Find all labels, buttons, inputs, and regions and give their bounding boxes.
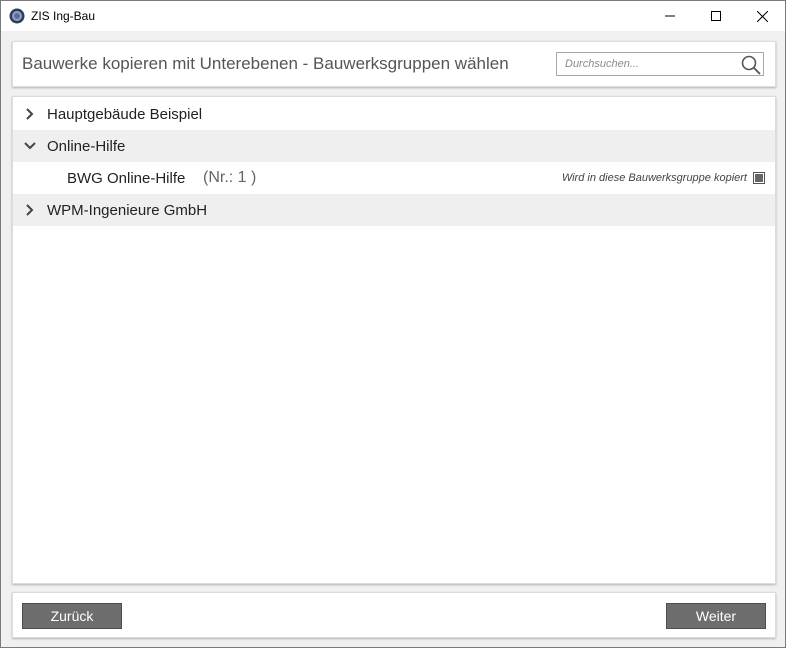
tree-group-label: WPM-Ingenieure GmbH	[47, 202, 208, 219]
maximize-icon	[711, 11, 721, 21]
footer-panel: Zurück Weiter	[12, 592, 776, 638]
copy-target-checkbox[interactable]	[753, 172, 765, 184]
search-box[interactable]	[556, 52, 764, 76]
group-tree: Hauptgebäude Beispiel Online-Hilfe BWG O…	[12, 96, 776, 584]
maximize-button[interactable]	[693, 1, 739, 31]
minimize-icon	[665, 11, 675, 21]
tree-child-label: BWG Online-Hilfe	[67, 170, 186, 187]
app-logo-icon	[9, 8, 25, 24]
chevron-right-icon[interactable]	[23, 107, 37, 121]
header-panel: Bauwerke kopieren mit Unterebenen - Bauw…	[12, 41, 776, 87]
tree-child-bwg-online-hilfe[interactable]: BWG Online-Hilfe (Nr.: 1 ) Wird in diese…	[13, 162, 775, 194]
close-button[interactable]	[739, 1, 785, 31]
title-bar[interactable]: ZIS Ing-Bau	[1, 1, 785, 31]
chevron-down-icon[interactable]	[23, 139, 37, 153]
tree-group-online-hilfe[interactable]: Online-Hilfe	[13, 130, 775, 162]
close-icon	[756, 10, 768, 22]
page-title: Bauwerke kopieren mit Unterebenen - Bauw…	[22, 54, 509, 73]
search-icon[interactable]	[741, 55, 761, 75]
tree-group-hauptgebaeude[interactable]: Hauptgebäude Beispiel	[13, 98, 775, 130]
search-input[interactable]	[557, 53, 741, 75]
app-window: ZIS Ing-Bau Bauwerke kopieren mit Untere…	[0, 0, 786, 648]
tree-group-wpm[interactable]: WPM-Ingenieure GmbH	[13, 194, 775, 226]
tree-group-label: Online-Hilfe	[47, 138, 126, 155]
back-button[interactable]: Zurück	[22, 603, 122, 629]
tree-child-number: (Nr.: 1 )	[203, 169, 257, 186]
copy-target-note: Wird in diese Bauwerksgruppe kopiert	[561, 172, 747, 184]
next-button[interactable]: Weiter	[666, 603, 766, 629]
chevron-right-icon[interactable]	[23, 203, 37, 217]
minimize-button[interactable]	[647, 1, 693, 31]
tree-group-label: Hauptgebäude Beispiel	[47, 106, 203, 123]
window-title: ZIS Ing-Bau	[31, 9, 96, 23]
